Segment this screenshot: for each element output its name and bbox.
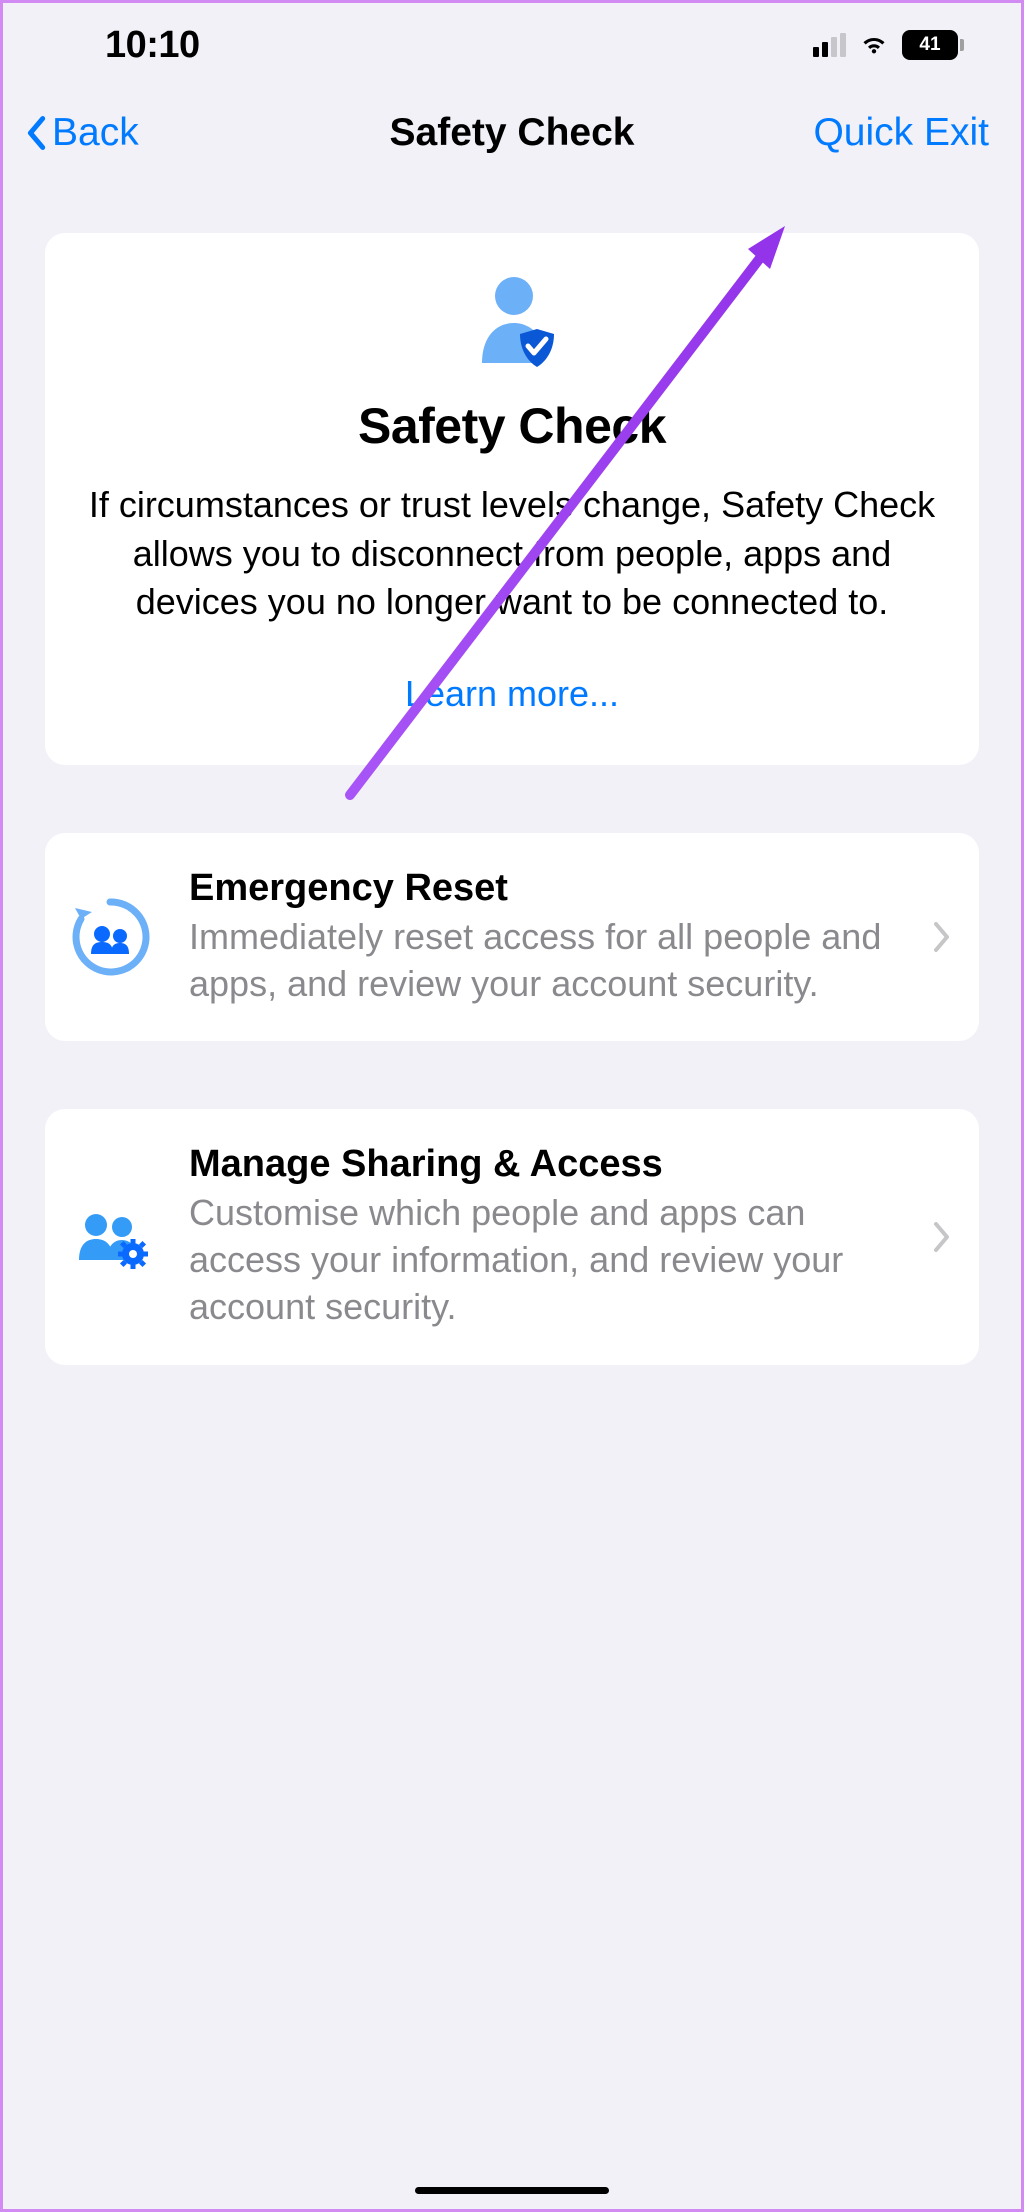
status-icons: 41 bbox=[813, 30, 964, 60]
battery-level: 41 bbox=[919, 34, 940, 56]
option-description: Immediately reset access for all people … bbox=[189, 914, 899, 1008]
status-bar: 10:10 41 bbox=[0, 0, 1024, 80]
home-indicator[interactable] bbox=[415, 2187, 609, 2194]
back-label: Back bbox=[52, 111, 139, 155]
person-shield-check-icon bbox=[464, 275, 560, 369]
chevron-left-icon bbox=[22, 113, 50, 153]
safety-check-info-card: Safety Check If circumstances or trust l… bbox=[45, 233, 979, 765]
status-time: 10:10 bbox=[105, 24, 200, 67]
phone-screen: 10:10 41 bbox=[0, 0, 1024, 2212]
content-area: Safety Check If circumstances or trust l… bbox=[0, 185, 1024, 1365]
option-title: Emergency Reset bbox=[189, 867, 899, 910]
hero-title: Safety Check bbox=[83, 397, 941, 455]
cellular-signal-icon bbox=[813, 33, 846, 57]
wifi-icon bbox=[858, 33, 890, 57]
learn-more-link[interactable]: Learn more... bbox=[83, 673, 941, 715]
manage-sharing-access-item[interactable]: Manage Sharing & Access Customise which … bbox=[45, 1109, 979, 1364]
quick-exit-button[interactable]: Quick Exit bbox=[813, 111, 989, 155]
navigation-bar: Back Safety Check Quick Exit bbox=[0, 80, 1024, 185]
emergency-reset-icon bbox=[65, 892, 155, 982]
hero-description: If circumstances or trust levels change,… bbox=[83, 481, 941, 627]
page-title: Safety Check bbox=[390, 111, 635, 155]
battery-icon: 41 bbox=[902, 30, 964, 60]
chevron-right-icon bbox=[933, 922, 951, 952]
people-gear-icon bbox=[65, 1192, 155, 1282]
emergency-reset-item[interactable]: Emergency Reset Immediately reset access… bbox=[45, 833, 979, 1042]
option-title: Manage Sharing & Access bbox=[189, 1143, 899, 1186]
chevron-right-icon bbox=[933, 1222, 951, 1252]
back-button[interactable]: Back bbox=[22, 111, 139, 155]
option-description: Customise which people and apps can acce… bbox=[189, 1190, 899, 1330]
